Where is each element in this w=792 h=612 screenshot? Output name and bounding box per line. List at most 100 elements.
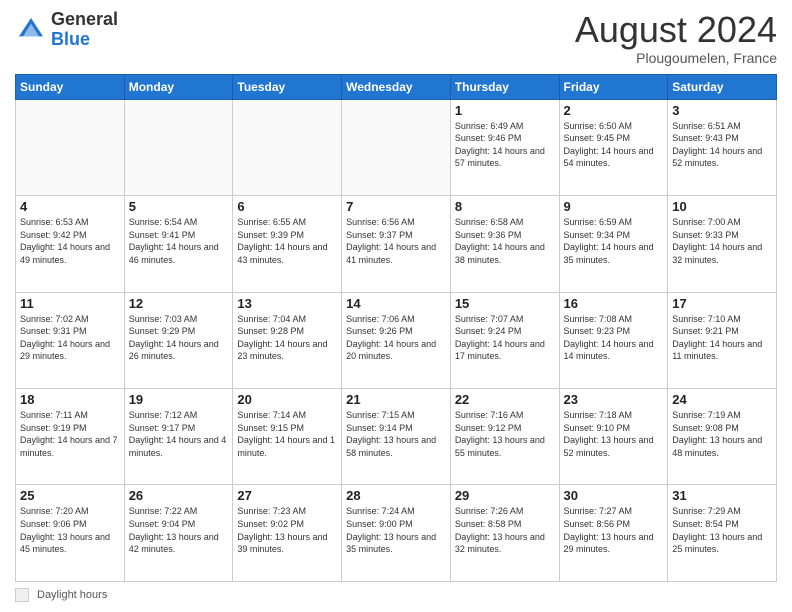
legend-label: Daylight hours	[37, 589, 107, 601]
day-number: 3	[672, 103, 772, 118]
day-info: Sunrise: 7:18 AM Sunset: 9:10 PM Dayligh…	[564, 409, 664, 459]
day-info: Sunrise: 6:59 AM Sunset: 9:34 PM Dayligh…	[564, 216, 664, 266]
table-row: 20Sunrise: 7:14 AM Sunset: 9:15 PM Dayli…	[233, 389, 342, 485]
day-info: Sunrise: 7:10 AM Sunset: 9:21 PM Dayligh…	[672, 313, 772, 363]
day-number: 25	[20, 488, 120, 503]
day-info: Sunrise: 7:02 AM Sunset: 9:31 PM Dayligh…	[20, 313, 120, 363]
table-row: 30 Sunrise: 7:27 AM Sunset: 8:56 PM Dayli…	[559, 485, 668, 582]
calendar-table: Sunday Monday Tuesday Wednesday Thursday…	[15, 74, 777, 582]
table-row: 9 Sunrise: 6:59 AM Sunset: 9:34 PM Daylig…	[559, 196, 668, 292]
day-info: Sunrise: 7:15 AM Sunset: 9:14 PM Dayligh…	[346, 409, 446, 459]
table-row: 25 Sunrise: 7:20 AM Sunset: 9:06 PM Dayli…	[16, 485, 125, 582]
day-info: Sunrise: 7:03 AM Sunset: 9:29 PM Dayligh…	[129, 313, 229, 363]
day-info: Sunrise: 7:07 AM Sunset: 9:24 PM Dayligh…	[455, 313, 555, 363]
month-title: August 2024	[575, 10, 777, 50]
table-row: 8 Sunrise: 6:58 AM Sunset: 9:36 PM Daylig…	[450, 196, 559, 292]
table-row: 23 Sunrise: 7:18 AM Sunset: 9:10 PM Dayli…	[559, 389, 668, 485]
day-info: Sunrise: 6:54 AM Sunset: 9:41 PM Dayligh…	[129, 216, 229, 266]
day-info: Sunrise: 6:55 AM Sunset: 9:39 PM Dayligh…	[237, 216, 337, 266]
col-monday: Monday	[124, 74, 233, 99]
day-number: 9	[564, 199, 664, 214]
table-row: 27Sunrise: 7:23 AM Sunset: 9:02 PM Dayli…	[233, 485, 342, 582]
day-number: 28	[346, 488, 446, 503]
day-info: Sunrise: 6:56 AM Sunset: 9:37 PM Dayligh…	[346, 216, 446, 266]
table-row: 2Sunrise: 6:50 AM Sunset: 9:45 PM Daylig…	[559, 99, 668, 195]
day-number: 17	[672, 296, 772, 311]
table-row: 17 Sunrise: 7:10 AM Sunset: 9:21 PM Dayli…	[668, 292, 777, 388]
table-row: 12 Sunrise: 7:03 AM Sunset: 9:29 PM Dayli…	[124, 292, 233, 388]
header: General Blue August 2024 Plougoumelen, F…	[15, 10, 777, 66]
day-number: 18	[20, 392, 120, 407]
day-number: 22	[455, 392, 555, 407]
table-row: 5 Sunrise: 6:54 AM Sunset: 9:41 PM Daylig…	[124, 196, 233, 292]
day-info: Sunrise: 7:20 AM Sunset: 9:06 PM Dayligh…	[20, 505, 120, 555]
day-number: 27	[237, 488, 337, 503]
day-number: 10	[672, 199, 772, 214]
day-number: 31	[672, 488, 772, 503]
table-row	[342, 99, 451, 195]
day-info: Sunrise: 7:11 AM Sunset: 9:19 PM Dayligh…	[20, 409, 120, 459]
legend-box	[15, 588, 29, 602]
logo-icon	[15, 14, 47, 46]
table-row	[124, 99, 233, 195]
table-row: 18 Sunrise: 7:11 AM Sunset: 9:19 PM Dayli…	[16, 389, 125, 485]
legend: Daylight hours	[15, 588, 777, 602]
day-number: 23	[564, 392, 664, 407]
logo-text: General Blue	[51, 10, 118, 50]
table-row: 14 Sunrise: 7:06 AM Sunset: 9:26 PM Dayli…	[342, 292, 451, 388]
title-block: August 2024 Plougoumelen, France	[575, 10, 777, 66]
table-row: 3 Sunrise: 6:51 AM Sunset: 9:43 PM Daylig…	[668, 99, 777, 195]
calendar-week-2: 4 Sunrise: 6:53 AM Sunset: 9:42 PM Daylig…	[16, 196, 777, 292]
day-number: 14	[346, 296, 446, 311]
day-info: Sunrise: 6:58 AM Sunset: 9:36 PM Dayligh…	[455, 216, 555, 266]
day-number: 5	[129, 199, 229, 214]
table-row: 28 Sunrise: 7:24 AM Sunset: 9:00 PM Dayli…	[342, 485, 451, 582]
day-number: 24	[672, 392, 772, 407]
day-number: 19	[129, 392, 229, 407]
day-number: 26	[129, 488, 229, 503]
day-number: 16	[564, 296, 664, 311]
day-info: Sunrise: 7:24 AM Sunset: 9:00 PM Dayligh…	[346, 505, 446, 555]
col-thursday: Thursday	[450, 74, 559, 99]
logo-blue: Blue	[51, 29, 90, 49]
table-row	[16, 99, 125, 195]
day-info: Sunrise: 7:06 AM Sunset: 9:26 PM Dayligh…	[346, 313, 446, 363]
col-saturday: Saturday	[668, 74, 777, 99]
col-wednesday: Wednesday	[342, 74, 451, 99]
table-row: 22Sunrise: 7:16 AM Sunset: 9:12 PM Dayli…	[450, 389, 559, 485]
table-row: 16 Sunrise: 7:08 AM Sunset: 9:23 PM Dayli…	[559, 292, 668, 388]
table-row: 26Sunrise: 7:22 AM Sunset: 9:04 PM Dayli…	[124, 485, 233, 582]
table-row: 15Sunrise: 7:07 AM Sunset: 9:24 PM Dayli…	[450, 292, 559, 388]
day-info: Sunrise: 6:53 AM Sunset: 9:42 PM Dayligh…	[20, 216, 120, 266]
table-row	[233, 99, 342, 195]
day-number: 4	[20, 199, 120, 214]
calendar-header-row: Sunday Monday Tuesday Wednesday Thursday…	[16, 74, 777, 99]
table-row: 4 Sunrise: 6:53 AM Sunset: 9:42 PM Daylig…	[16, 196, 125, 292]
day-info: Sunrise: 7:04 AM Sunset: 9:28 PM Dayligh…	[237, 313, 337, 363]
day-number: 21	[346, 392, 446, 407]
day-info: Sunrise: 6:50 AM Sunset: 9:45 PM Dayligh…	[564, 120, 664, 170]
table-row: 7Sunrise: 6:56 AM Sunset: 9:37 PM Daylig…	[342, 196, 451, 292]
calendar-week-5: 25 Sunrise: 7:20 AM Sunset: 9:06 PM Dayli…	[16, 485, 777, 582]
table-row: 6Sunrise: 6:55 AM Sunset: 9:39 PM Daylig…	[233, 196, 342, 292]
day-info: Sunrise: 7:26 AM Sunset: 8:58 PM Dayligh…	[455, 505, 555, 555]
calendar-week-1: 1Sunrise: 6:49 AM Sunset: 9:46 PM Daylig…	[16, 99, 777, 195]
day-info: Sunrise: 7:19 AM Sunset: 9:08 PM Dayligh…	[672, 409, 772, 459]
table-row: 11Sunrise: 7:02 AM Sunset: 9:31 PM Dayli…	[16, 292, 125, 388]
day-number: 8	[455, 199, 555, 214]
calendar-week-4: 18 Sunrise: 7:11 AM Sunset: 9:19 PM Dayli…	[16, 389, 777, 485]
day-info: Sunrise: 7:27 AM Sunset: 8:56 PM Dayligh…	[564, 505, 664, 555]
table-row: 13 Sunrise: 7:04 AM Sunset: 9:28 PM Dayli…	[233, 292, 342, 388]
day-number: 12	[129, 296, 229, 311]
logo-general: General	[51, 9, 118, 29]
table-row: 19Sunrise: 7:12 AM Sunset: 9:17 PM Dayli…	[124, 389, 233, 485]
day-info: Sunrise: 7:08 AM Sunset: 9:23 PM Dayligh…	[564, 313, 664, 363]
day-number: 30	[564, 488, 664, 503]
day-info: Sunrise: 7:00 AM Sunset: 9:33 PM Dayligh…	[672, 216, 772, 266]
day-info: Sunrise: 6:51 AM Sunset: 9:43 PM Dayligh…	[672, 120, 772, 170]
day-number: 20	[237, 392, 337, 407]
calendar-week-3: 11Sunrise: 7:02 AM Sunset: 9:31 PM Dayli…	[16, 292, 777, 388]
table-row: 21 Sunrise: 7:15 AM Sunset: 9:14 PM Dayli…	[342, 389, 451, 485]
day-number: 13	[237, 296, 337, 311]
table-row: 1Sunrise: 6:49 AM Sunset: 9:46 PM Daylig…	[450, 99, 559, 195]
